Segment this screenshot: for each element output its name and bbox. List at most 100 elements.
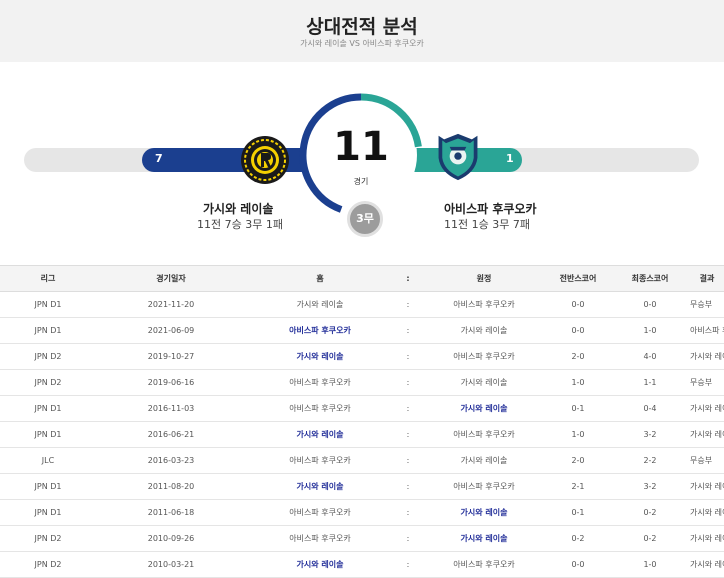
result-cell: 가시와 레이솔(N) (690, 525, 724, 552)
home-team-cell: 아비스파 후쿠오카 (246, 525, 394, 552)
date-cell: 2016-06-21 (96, 421, 246, 448)
table-row: JPN D1 2016-06-21 가시와 레이솔: 아비스파 후쿠오카 1-0 3-2 가… (0, 421, 724, 448)
away-team-cell: 아비스파 후쿠오카 (422, 473, 546, 500)
draws-badge: 3무 (347, 201, 383, 237)
away-team-cell: 아비스파 후쿠오카 (422, 343, 546, 370)
date-cell: 2011-06-18 (96, 499, 246, 526)
date-cell: 2011-08-20 (96, 473, 246, 500)
avispa-fukuoka-logo (438, 133, 478, 181)
table-row: JLC 2016-03-23 아비스파 후쿠오카: 가시와 레이솔 2-0 2-2 무승부 (0, 447, 724, 474)
table-row: JPN D2 2019-06-16 아비스파 후쿠오카: 가시와 레이솔 1-0 1-1 무… (0, 369, 724, 396)
table-header-row: 리그 경기일자 홈 : 원정 전반스코어 최종스코어 결과 (0, 265, 724, 292)
home-team-cell: 가시와 레이솔 (246, 291, 394, 318)
league-cell: JPN D2 (0, 343, 96, 370)
table-row: JPN D1 2011-08-20 가시와 레이솔: 아비스파 후쿠오카 2-1 3-2 가… (0, 473, 724, 500)
kashiwa-reysol-logo (241, 136, 289, 184)
final-score-cell: 0-4 (610, 395, 690, 422)
away-team-record: 11전 1승 3무 7패 (444, 218, 530, 231)
result-cell: 무승부 (690, 369, 724, 396)
result-cell: 가시와 레이솔(N) (690, 473, 724, 500)
table-row: JPN D1 2011-06-18 아비스파 후쿠오카: 가시와 레이솔 0-1 0-2 가… (0, 499, 724, 526)
separator-cell: : (394, 421, 422, 448)
home-team-cell: 가시와 레이솔 (246, 551, 394, 578)
home-team-name: 가시와 레이솔 (203, 202, 274, 216)
league-cell: JPN D2 (0, 525, 96, 552)
match-history-table: 리그 경기일자 홈 : 원정 전반스코어 최종스코어 결과 JPN D1 2021… (0, 265, 724, 578)
page-header: 상대전적 분석 가시와 레이솔 VS 아비스파 후쿠오카 (0, 0, 724, 62)
col-header-date: 경기일자 (96, 265, 246, 292)
away-team-cell: 아비스파 후쿠오카 (422, 291, 546, 318)
home-team-cell: 아비스파 후쿠오카 (246, 317, 394, 344)
result-cell: 가시와 레이솔(N) (690, 499, 724, 526)
col-header-home: 홈 (246, 265, 394, 292)
away-team-cell: 아비스파 후쿠오카 (422, 421, 546, 448)
home-team-cell: 가시와 레이솔 (246, 473, 394, 500)
home-team-cell: 아비스파 후쿠오카 (246, 499, 394, 526)
col-header-league: 리그 (0, 265, 96, 292)
col-header-result: 결과 (690, 265, 724, 292)
league-cell: JPN D1 (0, 395, 96, 422)
separator-cell: : (394, 291, 422, 318)
final-score-cell: 4-0 (610, 343, 690, 370)
separator-cell: : (394, 447, 422, 474)
page-title: 상대전적 분석 (306, 16, 418, 38)
final-score-cell: 3-2 (610, 421, 690, 448)
col-header-final-score: 최종스코어 (610, 265, 690, 292)
separator-cell: : (394, 525, 422, 552)
result-cell: 무승부 (690, 291, 724, 318)
separator-cell: : (394, 395, 422, 422)
away-team-cell: 아비스파 후쿠오카 (422, 551, 546, 578)
result-cell: 가시와 레이솔(N) (690, 395, 724, 422)
head-to-head-summary: 7 1 11 경기 3무 가시와 레이솔 11전 7승 3무 1패 아비스파 후… (0, 62, 724, 265)
date-cell: 2016-11-03 (96, 395, 246, 422)
home-team-cell: 아비스파 후쿠오카 (246, 447, 394, 474)
table-row: JPN D2 2010-03-21 가시와 레이솔: 아비스파 후쿠오카 0-0 1-0 가… (0, 551, 724, 578)
final-score-cell: 3-2 (610, 473, 690, 500)
home-team-cell: 가시와 레이솔 (246, 343, 394, 370)
away-team-name: 아비스파 후쿠오카 (444, 202, 537, 216)
separator-cell: : (394, 343, 422, 370)
final-score-cell: 0-0 (610, 291, 690, 318)
final-score-cell: 0-2 (610, 499, 690, 526)
half-score-cell: 0-0 (546, 291, 610, 318)
home-team-cell: 아비스파 후쿠오카 (246, 369, 394, 396)
league-cell: JPN D1 (0, 421, 96, 448)
date-cell: 2010-03-21 (96, 551, 246, 578)
col-header-half-score: 전반스코어 (546, 265, 610, 292)
date-cell: 2019-10-27 (96, 343, 246, 370)
separator-cell: : (394, 317, 422, 344)
away-team-cell: 가시와 레이솔 (422, 499, 546, 526)
date-cell: 2021-06-09 (96, 317, 246, 344)
away-team-cell: 가시와 레이솔 (422, 317, 546, 344)
half-score-cell: 0-1 (546, 395, 610, 422)
league-cell: JPN D2 (0, 551, 96, 578)
league-cell: JPN D1 (0, 499, 96, 526)
table-row: JPN D2 2019-10-27 가시와 레이솔: 아비스파 후쿠오카 2-0 4-0 가… (0, 343, 724, 370)
home-team-record: 11전 7승 3무 1패 (197, 218, 283, 231)
final-score-cell: 0-2 (610, 525, 690, 552)
final-score-cell: 2-2 (610, 447, 690, 474)
total-games-label: 경기 (353, 177, 369, 186)
final-score-cell: 1-1 (610, 369, 690, 396)
half-score-cell: 0-2 (546, 525, 610, 552)
half-score-cell: 2-1 (546, 473, 610, 500)
result-cell: 가시와 레이솔(N) (690, 421, 724, 448)
date-cell: 2016-03-23 (96, 447, 246, 474)
away-wins-count: 1 (506, 152, 514, 165)
separator-cell: : (394, 499, 422, 526)
league-cell: JPN D1 (0, 473, 96, 500)
date-cell: 2010-09-26 (96, 525, 246, 552)
half-score-cell: 2-0 (546, 343, 610, 370)
result-cell: 가시와 레이솔(N) (690, 343, 724, 370)
separator-cell: : (394, 473, 422, 500)
col-header-separator: : (394, 265, 422, 292)
final-score-cell: 1-0 (610, 551, 690, 578)
half-score-cell: 2-0 (546, 447, 610, 474)
table-row: JPN D1 2021-11-20 가시와 레이솔: 아비스파 후쿠오카 0-0 0-0 무… (0, 291, 724, 318)
date-cell: 2019-06-16 (96, 369, 246, 396)
away-team-cell: 가시와 레이솔 (422, 447, 546, 474)
table-row: JPN D2 2010-09-26 아비스파 후쿠오카: 가시와 레이솔 0-2 0-2 가… (0, 525, 724, 552)
league-cell: JPN D2 (0, 369, 96, 396)
col-header-away: 원정 (422, 265, 546, 292)
home-team-cell: 가시와 레이솔 (246, 421, 394, 448)
